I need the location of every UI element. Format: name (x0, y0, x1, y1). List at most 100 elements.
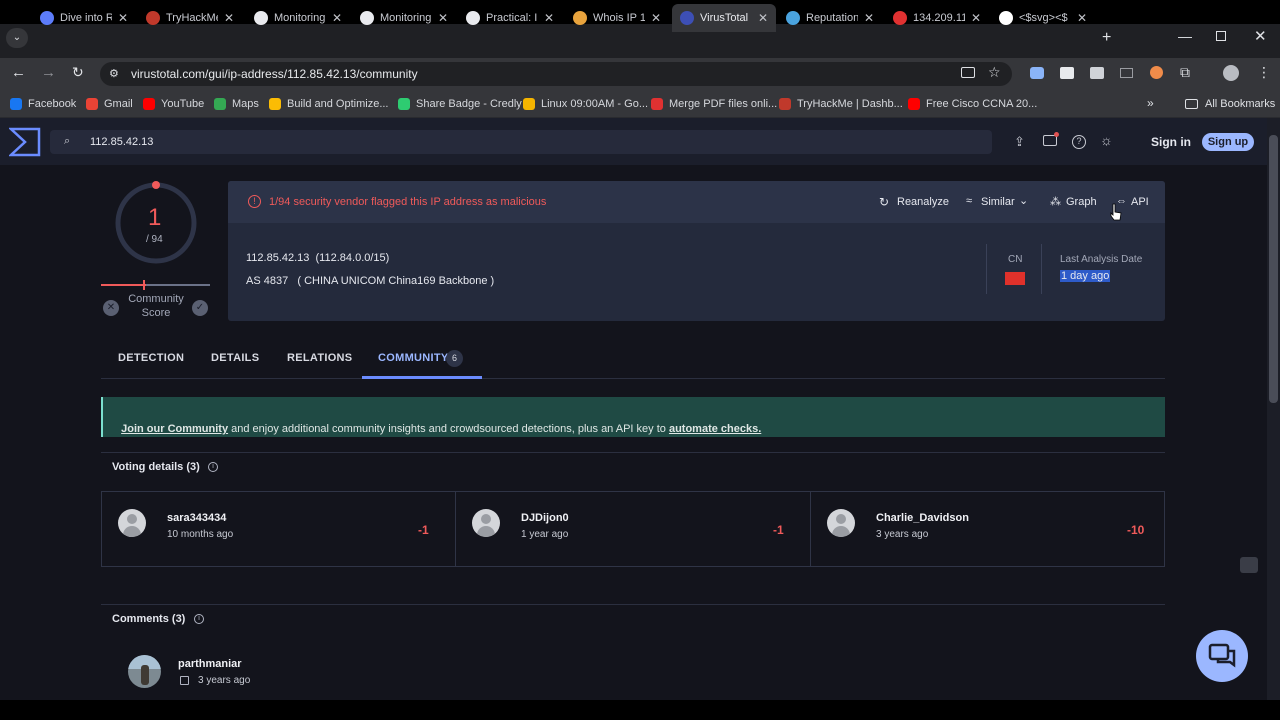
tab-close-icon[interactable]: ✕ (651, 11, 661, 25)
browser-tab[interactable]: Dive into R ✕ (32, 4, 136, 32)
vote-username[interactable]: DJDijon0 (521, 512, 569, 524)
voting-top-divider (101, 452, 1165, 453)
tab-favicon-icon (360, 11, 374, 25)
bookmark-item[interactable]: Share Badge - Credly (398, 98, 522, 110)
tab-relations[interactable]: RELATIONS (287, 352, 352, 364)
bookmark-item[interactable]: Merge PDF files onli... (651, 98, 777, 110)
tab-close-icon[interactable]: ✕ (1077, 11, 1087, 25)
tab-close-icon[interactable]: ✕ (544, 11, 554, 25)
comment-avatar[interactable] (128, 655, 161, 688)
last-analysis-label: Last Analysis Date (1060, 254, 1143, 265)
browser-tab[interactable]: <$svg><$ ✕ (991, 4, 1095, 32)
minimize-icon[interactable]: — (1178, 28, 1192, 44)
bookmark-item[interactable]: Linux 09:00AM - Go... (523, 98, 648, 110)
extensions-puzzle-icon[interactable]: ⧉ (1180, 64, 1190, 81)
comments-count: (3) (171, 613, 186, 625)
extension-icon-4[interactable] (1120, 68, 1133, 78)
tab-community[interactable]: COMMUNITY (378, 352, 449, 364)
sign-in-link[interactable]: Sign in (1151, 135, 1191, 149)
bookmark-favicon-icon (398, 98, 410, 110)
similar-button[interactable]: Similar (981, 196, 1015, 208)
ip-line: 112.85.42.13 (112.84.0.0/15) (246, 252, 390, 264)
bookmark-item[interactable]: TryHackMe | Dashb... (779, 98, 903, 110)
bookmark-star-icon[interactable]: ☆ (988, 64, 1001, 81)
user-avatar-icon[interactable] (472, 509, 500, 537)
bookmark-item[interactable]: Maps (214, 98, 259, 110)
help-icon[interactable]: ? (1072, 135, 1086, 149)
profile-avatar[interactable] (1223, 65, 1239, 81)
vote-time: 3 years ago (876, 529, 929, 540)
browser-tab[interactable]: Whois IP 1 ✕ (565, 4, 669, 32)
theme-toggle-icon[interactable]: ☼ (1100, 132, 1113, 148)
tab-title: Reputation (806, 12, 858, 24)
sign-up-button[interactable]: Sign up (1202, 133, 1254, 151)
user-avatar-icon[interactable] (118, 509, 146, 537)
extension-icon-3[interactable] (1090, 67, 1104, 79)
browser-tab[interactable]: VirusTotal ✕ (672, 4, 776, 32)
comments-info-icon[interactable]: i (194, 614, 204, 624)
extension-icon-1[interactable] (1030, 67, 1044, 79)
reload-icon[interactable]: ↻ (72, 64, 84, 81)
extension-icon-5[interactable] (1150, 66, 1163, 79)
user-avatar-icon[interactable] (827, 509, 855, 537)
url-text[interactable]: virustotal.com/gui/ip-address/112.85.42.… (131, 67, 418, 81)
tab-close-icon[interactable]: ✕ (971, 11, 981, 25)
vote-username[interactable]: sara343434 (167, 512, 226, 524)
upload-icon[interactable]: ⇪ (1014, 134, 1025, 150)
tab-favicon-icon (466, 11, 480, 25)
browser-tab[interactable]: Reputation ✕ (778, 4, 882, 32)
browser-tab[interactable]: Monitoring ✕ (352, 4, 456, 32)
tab-close-icon[interactable]: ✕ (118, 11, 128, 25)
comment-username[interactable]: parthmaniar (178, 658, 242, 670)
tab-details[interactable]: DETAILS (211, 352, 259, 364)
vt-search-value[interactable]: 112.85.42.13 (90, 136, 153, 148)
browser-tab[interactable]: Practical: I ✕ (458, 4, 562, 32)
last-analysis-value: 1 day ago (1060, 270, 1111, 282)
vote-harmless-button[interactable]: ✓ (192, 300, 208, 316)
alert-icon: ! (248, 195, 261, 208)
vote-username[interactable]: Charlie_Davidson (876, 512, 969, 524)
browser-tab[interactable]: 134.209.11 ✕ (885, 4, 989, 32)
reanalyze-icon: ↻ (879, 195, 890, 209)
tab-favicon-icon (573, 11, 587, 25)
bookmark-item[interactable]: Gmail (86, 98, 133, 110)
graph-button[interactable]: Graph (1066, 196, 1097, 208)
comments-title-text: Comments (112, 613, 169, 625)
reanalyze-button[interactable]: Reanalyze (897, 196, 949, 208)
close-window-icon[interactable]: ✕ (1254, 27, 1267, 45)
bookmark-label: YouTube (161, 98, 205, 110)
tab-close-icon[interactable]: ✕ (224, 11, 234, 25)
browser-tab[interactable]: Monitoring ✕ (246, 4, 350, 32)
small-side-icon[interactable] (1240, 557, 1258, 573)
all-bookmarks-button[interactable]: All Bookmarks (1205, 98, 1275, 110)
join-community-link[interactable]: Join our Community (121, 423, 228, 435)
browser-tab[interactable]: TryHackMe ✕ (138, 4, 242, 32)
tab-search-button[interactable]: ⌄ (6, 28, 28, 48)
restore-icon[interactable] (1216, 31, 1226, 41)
api-button[interactable]: API (1131, 196, 1149, 208)
tab-close-icon[interactable]: ✕ (438, 11, 448, 25)
extension-icon-2[interactable] (1060, 67, 1074, 79)
new-tab-button[interactable]: + (1102, 29, 1111, 47)
install-app-icon[interactable] (961, 67, 975, 78)
browser-menu-icon[interactable]: ⋮ (1257, 64, 1271, 81)
tab-detection[interactable]: DETECTION (118, 352, 184, 364)
bookmark-item[interactable]: Build and Optimize... (269, 98, 389, 110)
bookmarks-more-button[interactable]: » (1147, 96, 1154, 110)
community-banner-text: Join our Community and enjoy additional … (115, 411, 761, 435)
tab-close-icon[interactable]: ✕ (758, 11, 768, 25)
tab-close-icon[interactable]: ✕ (864, 11, 874, 25)
site-info-icon[interactable]: ⚙ (109, 67, 119, 80)
back-icon[interactable]: ← (11, 64, 26, 81)
automate-checks-link[interactable]: automate checks. (669, 423, 761, 435)
bookmark-item[interactable]: Free Cisco CCNA 20... (908, 98, 1037, 110)
vote-malicious-button[interactable]: ✕ (103, 300, 119, 316)
voting-info-icon[interactable]: i (208, 462, 218, 472)
forward-icon[interactable]: → (41, 64, 56, 81)
bookmark-item[interactable]: YouTube (143, 98, 204, 110)
tab-close-icon[interactable]: ✕ (332, 11, 342, 25)
bookmark-item[interactable]: Facebook (10, 98, 76, 110)
scrollbar-thumb[interactable] (1269, 135, 1278, 403)
virustotal-logo-icon[interactable] (9, 127, 41, 157)
vt-search-input[interactable] (50, 130, 992, 154)
